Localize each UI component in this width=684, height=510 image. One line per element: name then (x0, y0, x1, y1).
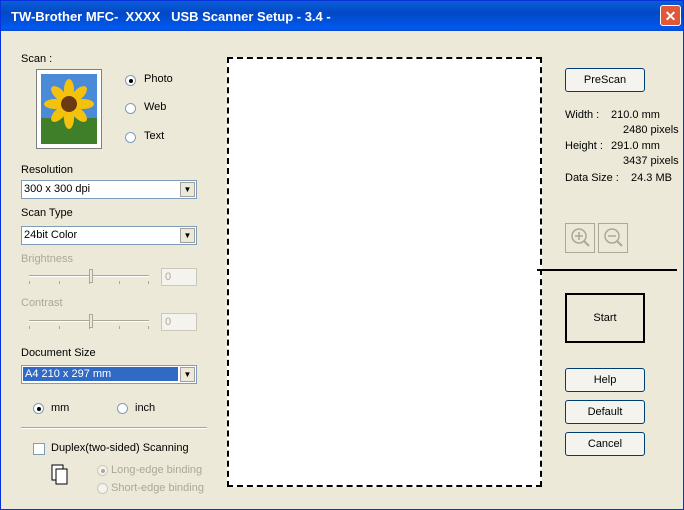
resolution-value: 300 x 300 dpi (24, 183, 91, 195)
close-button[interactable]: ✕ (660, 5, 681, 26)
zoom-in-button[interactable] (565, 223, 595, 253)
separator (21, 427, 207, 429)
tick (148, 326, 149, 329)
tick (148, 281, 149, 284)
scan-preview-area[interactable] (227, 57, 542, 487)
scan-label: Scan : (21, 53, 53, 65)
help-button[interactable]: Help (565, 368, 645, 392)
scan-type-value: 24bit Color (24, 229, 78, 241)
scan-type-label: Scan Type (21, 207, 73, 219)
height-label: Height : (565, 140, 603, 152)
brightness-value[interactable]: 0 (161, 268, 197, 286)
contrast-value[interactable]: 0 (161, 313, 197, 331)
height-mm: 291.0 mm (611, 140, 660, 152)
document-size-label: Document Size (21, 347, 96, 359)
tick (29, 326, 30, 329)
tick (119, 281, 120, 284)
duplex-label[interactable]: Duplex(two-sided) Scanning (51, 442, 189, 454)
width-mm: 210.0 mm (611, 109, 660, 121)
chevron-down-icon[interactable]: ▼ (180, 182, 195, 197)
photo-label[interactable]: Photo (144, 73, 173, 85)
window-title: TW-Brother MFC- XXXX USB Scanner Setup -… (11, 8, 331, 24)
duplex-pages-icon (51, 464, 69, 486)
inch-label[interactable]: inch (135, 402, 155, 414)
tick (59, 326, 60, 329)
tick (119, 326, 120, 329)
text-radio[interactable] (125, 132, 136, 143)
resolution-label: Resolution (21, 164, 73, 176)
cancel-button[interactable]: Cancel (565, 432, 645, 456)
inch-radio[interactable] (117, 403, 128, 414)
web-radio[interactable] (125, 103, 136, 114)
width-label: Width : (565, 109, 600, 121)
tick (89, 326, 90, 329)
photo-radio[interactable] (125, 75, 136, 86)
chevron-down-icon[interactable]: ▼ (180, 367, 195, 382)
dialog-body: Scan : Photo Web Text Resolution 300 x 3… (7, 31, 679, 509)
title-bar[interactable]: TW-Brother MFC- XXXX USB Scanner Setup -… (1, 1, 683, 31)
short-edge-label: Short-edge binding (111, 482, 204, 494)
resolution-select[interactable]: 300 x 300 dpi ▼ (21, 180, 197, 199)
brightness-slider[interactable] (29, 269, 149, 289)
long-edge-label: Long-edge binding (111, 464, 203, 476)
scanner-setup-window: TW-Brother MFC- XXXX USB Scanner Setup -… (0, 0, 684, 510)
height-pixels: 3437 pixels (623, 155, 679, 167)
data-size-label: Data Size : (565, 172, 619, 184)
start-button[interactable]: Start (565, 293, 645, 343)
default-button[interactable]: Default (565, 400, 645, 424)
tick (89, 281, 90, 284)
data-size-value: 24.3 MB (631, 172, 672, 184)
zoom-in-icon (571, 228, 590, 247)
prescan-button[interactable]: PreScan (565, 68, 645, 92)
panel-divider (537, 269, 677, 271)
brightness-label: Brightness (21, 253, 73, 265)
long-edge-radio[interactable] (97, 465, 108, 476)
width-pixels: 2480 pixels (623, 124, 679, 136)
zoom-out-icon (604, 228, 623, 247)
tick (29, 281, 30, 284)
tick (59, 281, 60, 284)
contrast-label: Contrast (21, 297, 63, 309)
document-size-select[interactable]: A4 210 x 297 mm ▼ (21, 365, 197, 384)
sunflower-photo-icon (36, 69, 102, 149)
mm-radio[interactable] (33, 403, 44, 414)
mm-label[interactable]: mm (51, 402, 69, 414)
document-size-value: A4 210 x 297 mm (23, 367, 178, 381)
web-label[interactable]: Web (144, 101, 166, 113)
chevron-down-icon[interactable]: ▼ (180, 228, 195, 243)
duplex-checkbox[interactable] (33, 443, 45, 455)
contrast-slider[interactable] (29, 314, 149, 334)
short-edge-radio[interactable] (97, 483, 108, 494)
scan-type-select[interactable]: 24bit Color ▼ (21, 226, 197, 245)
text-label[interactable]: Text (144, 130, 164, 142)
zoom-out-button[interactable] (598, 223, 628, 253)
